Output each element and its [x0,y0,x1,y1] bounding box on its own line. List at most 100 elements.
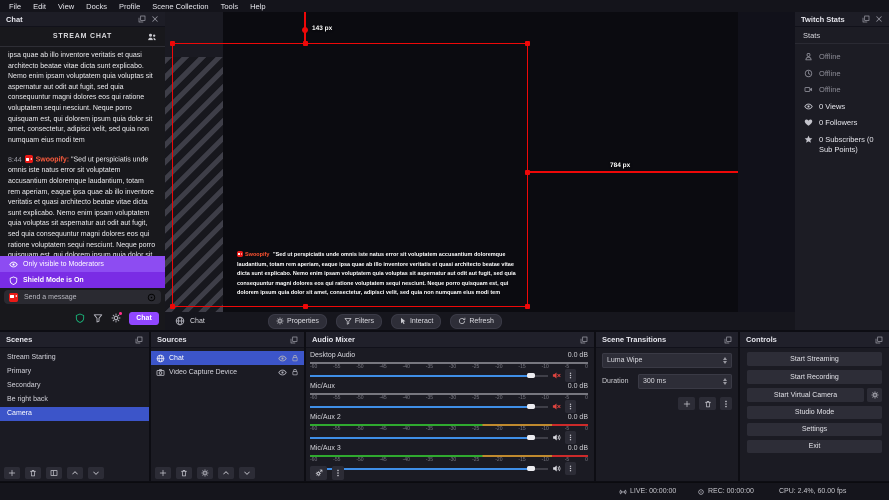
meter-scale: -60 -55 -50 -45 -40 -35 -30 -25 -20 -15 -10 -5 0 [310,394,588,401]
volume-slider-handle[interactable] [527,404,536,409]
scene-item-secondary[interactable]: Secondary [0,379,149,393]
resize-handle[interactable] [170,304,175,309]
virtual-camera-settings-button[interactable] [867,388,882,402]
volume-slider[interactable] [310,373,548,378]
menu-item-file[interactable]: File [3,2,27,11]
mixer-menu-button[interactable] [332,466,344,480]
transition-menu-button[interactable] [720,397,732,410]
volume-slider-handle[interactable] [527,466,536,471]
popout-icon[interactable] [135,336,143,344]
visibility-eye-icon[interactable] [278,354,287,363]
overlay-message-text: "Sed ut perspiciatis unde omnis iste nat… [237,252,516,296]
add-transition-button[interactable] [678,397,695,410]
popout-icon[interactable] [580,336,588,344]
scene-item-stream-starting[interactable]: Stream Starting [0,351,149,365]
properties-button[interactable]: Properties [268,313,327,329]
start-streaming-button[interactable]: Start Streaming [747,352,882,366]
resize-handle[interactable] [303,304,308,309]
volume-slider-handle[interactable] [527,373,536,378]
source-item-video-capture[interactable]: Video Capture Device [151,365,304,379]
menu-item-help[interactable]: Help [244,2,271,11]
remove-transition-button[interactable] [699,397,716,410]
menu-item-edit[interactable]: Edit [27,2,52,11]
close-icon[interactable] [151,15,159,23]
close-icon[interactable] [875,15,883,23]
add-scene-button[interactable] [4,467,20,479]
start-recording-button[interactable]: Start Recording [747,370,882,384]
speaker-icon[interactable] [552,464,561,473]
safety-shield-icon[interactable] [75,313,85,323]
advanced-audio-button[interactable] [310,466,327,480]
scene-filters-button[interactable] [46,467,62,479]
chat-username[interactable]: Swoopify: [36,157,69,164]
source-properties-button[interactable] [197,467,213,479]
menu-item-scene-collection[interactable]: Scene Collection [146,2,214,11]
trash-icon [180,469,188,477]
popout-icon[interactable] [138,15,146,23]
move-scene-up-button[interactable] [67,467,83,479]
menu-item-docks[interactable]: Docks [80,2,113,11]
controls-dock: Controls Start Streaming Start Recording… [740,332,889,481]
resize-handle[interactable] [525,41,530,46]
mute-icon-muted[interactable] [552,402,561,411]
popout-icon[interactable] [724,336,732,344]
visibility-eye-icon[interactable] [278,368,287,377]
resize-handle[interactable] [303,41,308,46]
speaker-icon[interactable] [552,433,561,442]
move-scene-down-button[interactable] [88,467,104,479]
lock-icon[interactable] [291,354,299,362]
mute-icon-muted[interactable] [552,371,561,380]
remove-scene-button[interactable] [25,467,41,479]
emote-picker-icon[interactable] [147,293,156,302]
popout-icon[interactable] [875,336,883,344]
channel-menu-button[interactable] [565,369,576,382]
record-icon [697,488,705,496]
transition-select[interactable]: Luma Wipe [602,353,732,368]
settings-button[interactable]: Settings [747,423,882,436]
channel-menu-button[interactable] [565,462,576,475]
remove-source-button[interactable] [176,467,192,479]
popout-icon[interactable] [290,336,298,344]
chat-filter-icon[interactable] [93,313,103,323]
chat-message-input[interactable] [22,292,143,302]
refresh-button[interactable]: Refresh [450,313,502,329]
source-item-chat[interactable]: Chat [151,351,304,365]
channel-menu-button[interactable] [565,431,576,444]
popout-icon[interactable] [862,15,870,23]
viewer-list-icon[interactable] [147,32,157,42]
dots-icon [722,400,730,408]
chat-settings-gear-icon[interactable] [111,312,122,323]
resize-handle[interactable] [525,304,530,309]
channel-menu-button[interactable] [565,400,576,413]
scene-item-camera[interactable]: Camera [0,407,149,421]
move-source-up-button[interactable] [218,467,234,479]
split-square-icon [50,469,58,477]
move-source-down-button[interactable] [239,467,255,479]
scene-item-primary[interactable]: Primary [0,365,149,379]
cursor-icon [399,317,407,325]
snap-guide-horizontal [528,171,738,173]
menu-item-profile[interactable]: Profile [113,2,146,11]
start-virtual-camera-button[interactable]: Start Virtual Camera [747,388,864,402]
interact-button[interactable]: Interact [390,313,442,329]
volume-slider[interactable] [310,404,548,409]
filters-button[interactable]: Filters [335,313,382,329]
scene-preview[interactable]: 143 px 784 px Swoopify "Sed ut perspicia… [165,12,795,312]
exit-button[interactable]: Exit [747,440,882,453]
chat-send-button[interactable]: Chat [129,311,159,325]
rec-status: REC: 00:00:00 [697,488,754,496]
duration-spinbox[interactable]: 300 ms [638,374,732,389]
clock-icon [804,69,813,78]
mixer-channel-level: 0.0 dB [567,383,588,390]
menu-item-tools[interactable]: Tools [215,2,245,11]
menu-item-view[interactable]: View [52,2,80,11]
eye-icon [9,260,18,269]
volume-slider-handle[interactable] [527,435,536,440]
add-source-button[interactable] [155,467,171,479]
studio-mode-button[interactable]: Studio Mode [747,406,882,419]
scene-item-be-right-back[interactable]: Be right back [0,393,149,407]
volume-slider[interactable] [310,435,548,440]
resize-handle[interactable] [170,41,175,46]
dots-icon [567,402,574,411]
lock-icon[interactable] [291,368,299,376]
